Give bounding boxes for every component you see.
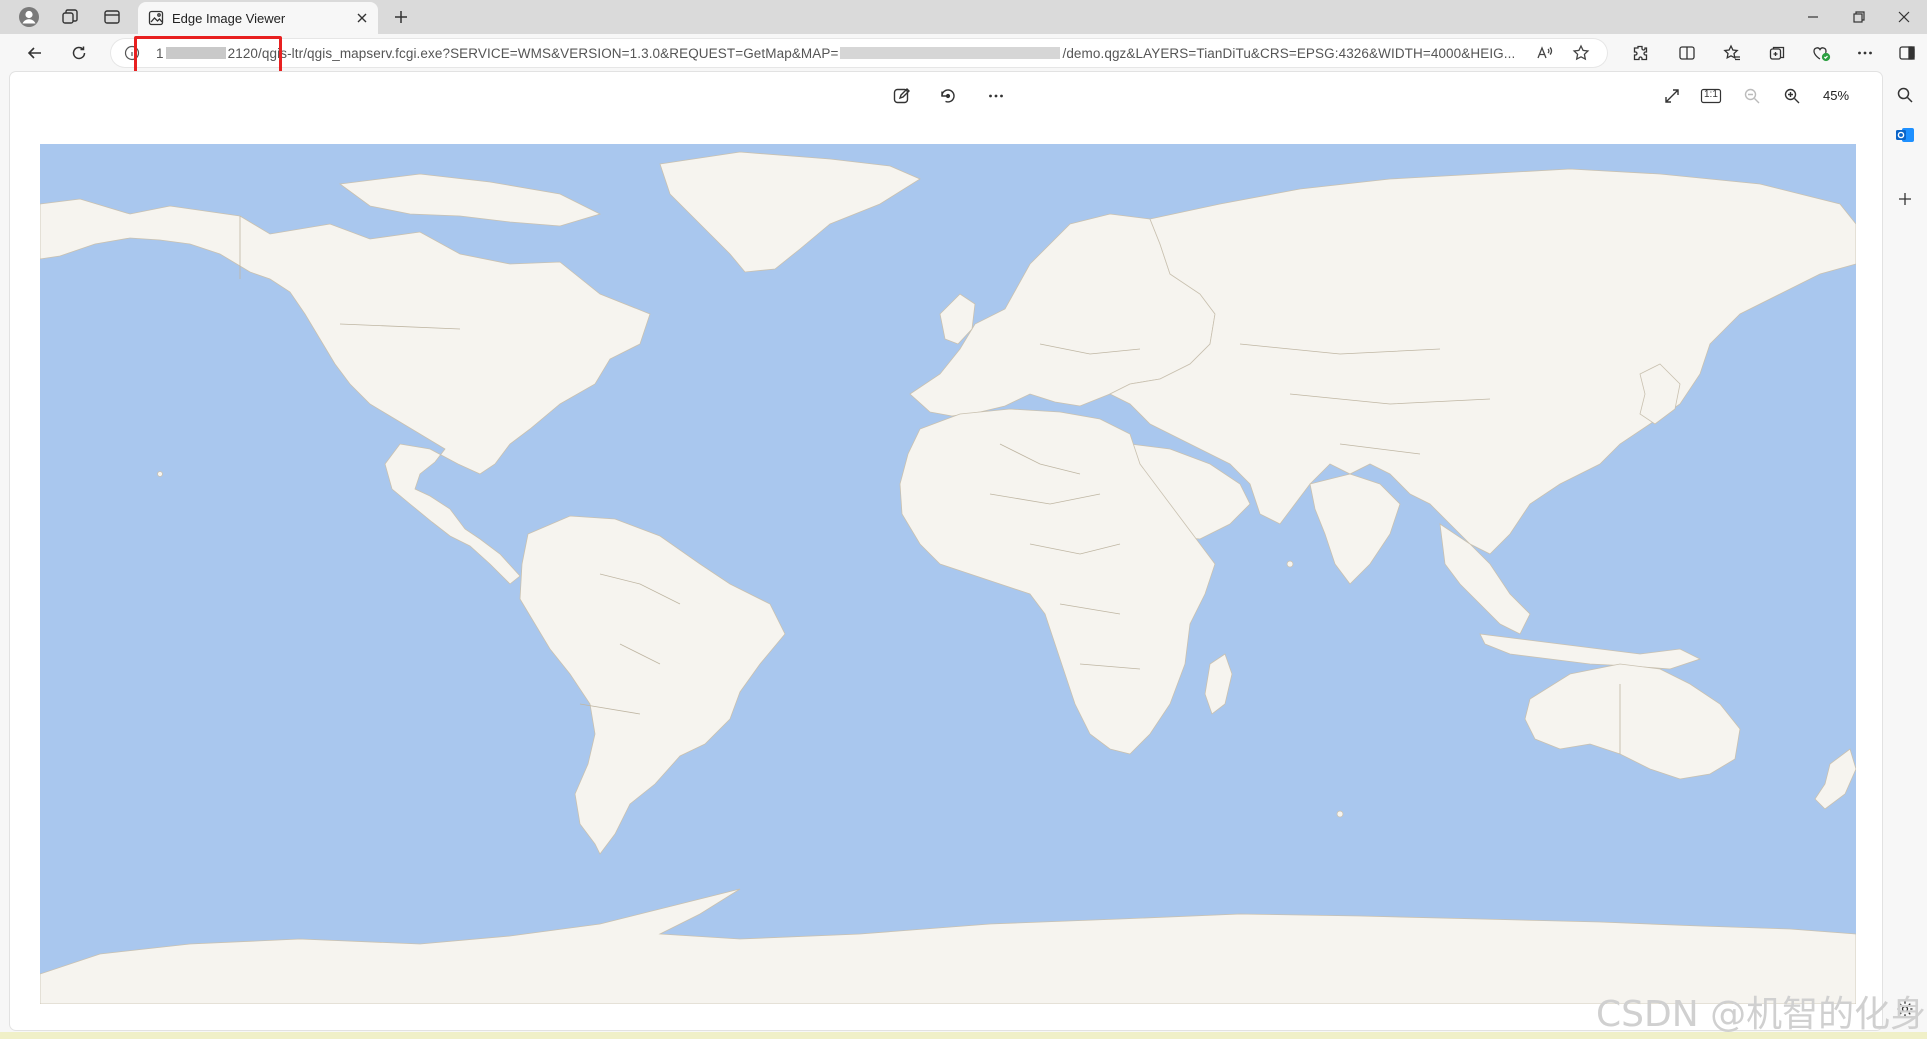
profile-icon[interactable] [18, 6, 40, 28]
image-icon [148, 10, 164, 26]
close-tab-icon[interactable] [354, 10, 370, 26]
refresh-button[interactable] [66, 41, 92, 65]
draw-edit-icon[interactable] [890, 84, 914, 108]
add-sidebar-app-icon[interactable] [1894, 188, 1916, 210]
minimize-icon[interactable] [1802, 6, 1824, 28]
collections-icon[interactable] [1765, 41, 1789, 65]
new-zealand [1814, 748, 1856, 810]
rotate-icon[interactable] [936, 84, 960, 108]
madagascar [1204, 653, 1233, 715]
close-window-icon[interactable] [1893, 6, 1915, 28]
browser-toolbar: 1 2120/qgis-ltr/qgis_mapserv.fcgi.exe?SER… [0, 34, 1927, 72]
zoom-in-icon[interactable] [1780, 84, 1804, 108]
island [1336, 810, 1344, 818]
bottom-strip [0, 1032, 1927, 1039]
url-text[interactable]: 1 2120/qgis-ltr/qgis_mapserv.fcgi.exe?SER… [156, 46, 1515, 61]
zoom-out-icon[interactable] [1740, 84, 1764, 108]
outlook-icon[interactable] [1894, 124, 1916, 146]
sidebar-search-icon[interactable] [1894, 84, 1916, 106]
url-suffix: /demo.qgz&LAYERS=TianDiTu&CRS=EPSG:4326&… [1062, 46, 1516, 61]
island [157, 471, 163, 477]
read-aloud-icon[interactable] [1536, 44, 1554, 62]
more-options-icon[interactable] [1853, 41, 1877, 65]
antarctica [40, 888, 1856, 1004]
fullscreen-icon[interactable] [1660, 84, 1684, 108]
arctic-islands [338, 173, 602, 227]
edge-sidebar [1884, 72, 1927, 1039]
new-tab-button[interactable] [390, 6, 412, 28]
tab-title: Edge Image Viewer [172, 11, 286, 26]
extensions-icon[interactable] [1628, 41, 1652, 65]
world-map-svg [40, 151, 1856, 1004]
redacted-map-path [840, 47, 1061, 59]
actual-size-label: 1:1 [1704, 89, 1718, 100]
australia [1524, 663, 1741, 780]
workspaces-icon[interactable] [59, 6, 81, 28]
zoom-level: 45% [1823, 88, 1850, 103]
tab-active[interactable]: Edge Image Viewer [138, 2, 378, 34]
world-map-image [40, 144, 1856, 1004]
restore-icon[interactable] [1848, 6, 1870, 28]
indian-subcontinent [1309, 473, 1401, 585]
indonesia [1479, 633, 1702, 670]
sidebar-toggle-icon[interactable] [1895, 41, 1919, 65]
back-button[interactable] [22, 41, 48, 65]
browser-essentials-icon[interactable] [1809, 41, 1833, 65]
island [1286, 560, 1294, 568]
watermark-text: CSDN @机智的化身 [1596, 994, 1927, 1035]
favorite-star-icon[interactable] [1572, 44, 1590, 62]
favorites-icon[interactable] [1720, 41, 1744, 65]
address-bar[interactable]: 1 2120/qgis-ltr/qgis_mapserv.fcgi.exe?SER… [110, 38, 1608, 68]
south-america [519, 515, 786, 855]
tab-bar: Edge Image Viewer [0, 0, 1927, 34]
viewer-more-icon[interactable] [984, 84, 1008, 108]
url-path: /qgis-ltr/qgis_mapserv.fcgi.exe?SERVICE=… [258, 46, 839, 61]
greenland [659, 151, 921, 273]
split-screen-icon[interactable] [1675, 41, 1699, 65]
vertical-tabs-icon[interactable] [101, 6, 123, 28]
